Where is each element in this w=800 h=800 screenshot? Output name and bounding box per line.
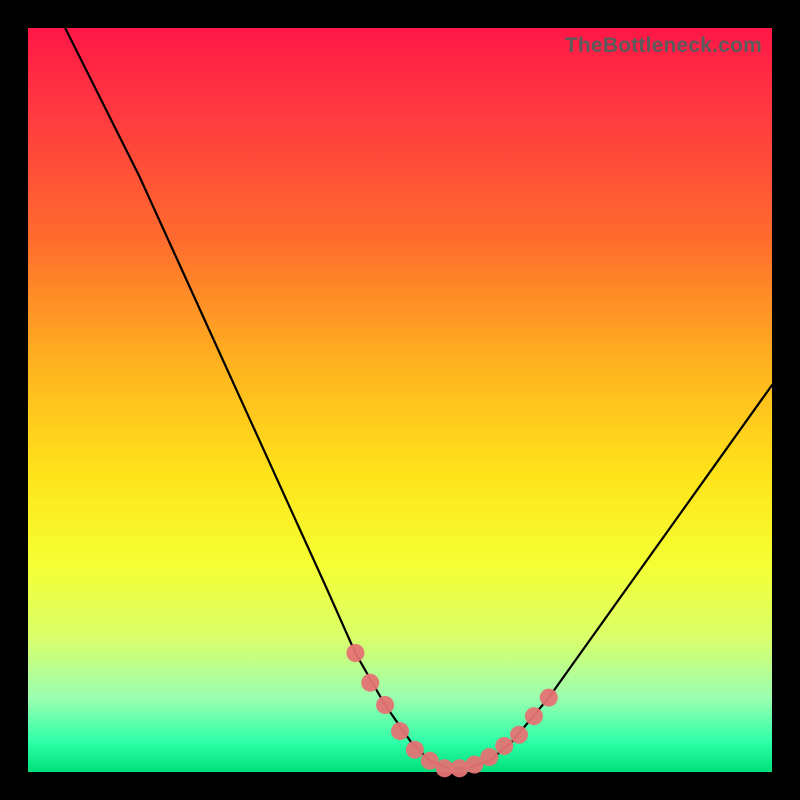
bottleneck-curve [65, 28, 772, 768]
highlight-dot [540, 689, 558, 707]
highlight-dot [525, 707, 543, 725]
chart-frame: TheBottleneck.com [0, 0, 800, 800]
highlight-dot [510, 726, 528, 744]
marker-group [346, 644, 557, 777]
highlight-dot [376, 696, 394, 714]
highlight-dot [391, 722, 409, 740]
highlight-dot [361, 674, 379, 692]
highlight-dot [495, 737, 513, 755]
highlight-dot [406, 741, 424, 759]
highlight-dot [480, 748, 498, 766]
highlight-dot [346, 644, 364, 662]
plot-area: TheBottleneck.com [28, 28, 772, 772]
curve-svg [28, 28, 772, 772]
